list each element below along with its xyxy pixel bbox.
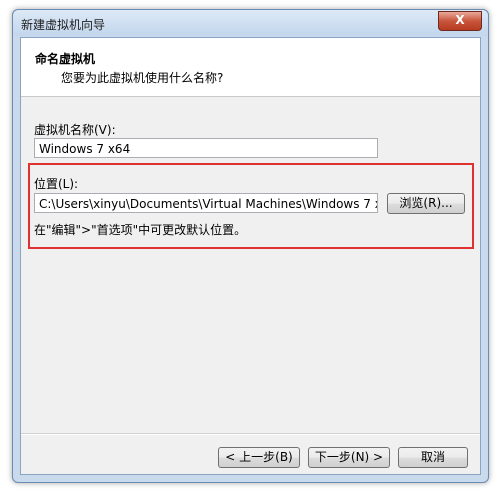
page-title: 命名虚拟机 [35,52,96,66]
cancel-button[interactable]: 取消 [398,447,468,468]
vm-name-label: 虚拟机名称(V): [34,123,116,137]
page-subtitle: 您要为此虚拟机使用什么名称? [61,71,224,85]
back-button[interactable]: < 上一步(B) [218,447,300,468]
next-button[interactable]: 下一步(N) > [308,447,390,468]
vm-name-input[interactable]: Windows 7 x64 [34,138,378,158]
title-bar: 新建虚拟机向导 X [13,10,488,36]
footer-separator [21,433,480,435]
window-title: 新建虚拟机向导 [21,18,106,32]
wizard-header: 命名虚拟机 您要为此虚拟机使用什么名称? [21,38,480,97]
close-button[interactable]: X [438,11,482,31]
highlight-box [28,163,474,249]
wizard-client-area: 命名虚拟机 您要为此虚拟机使用什么名称? 虚拟机名称(V): Windows 7… [20,37,481,475]
